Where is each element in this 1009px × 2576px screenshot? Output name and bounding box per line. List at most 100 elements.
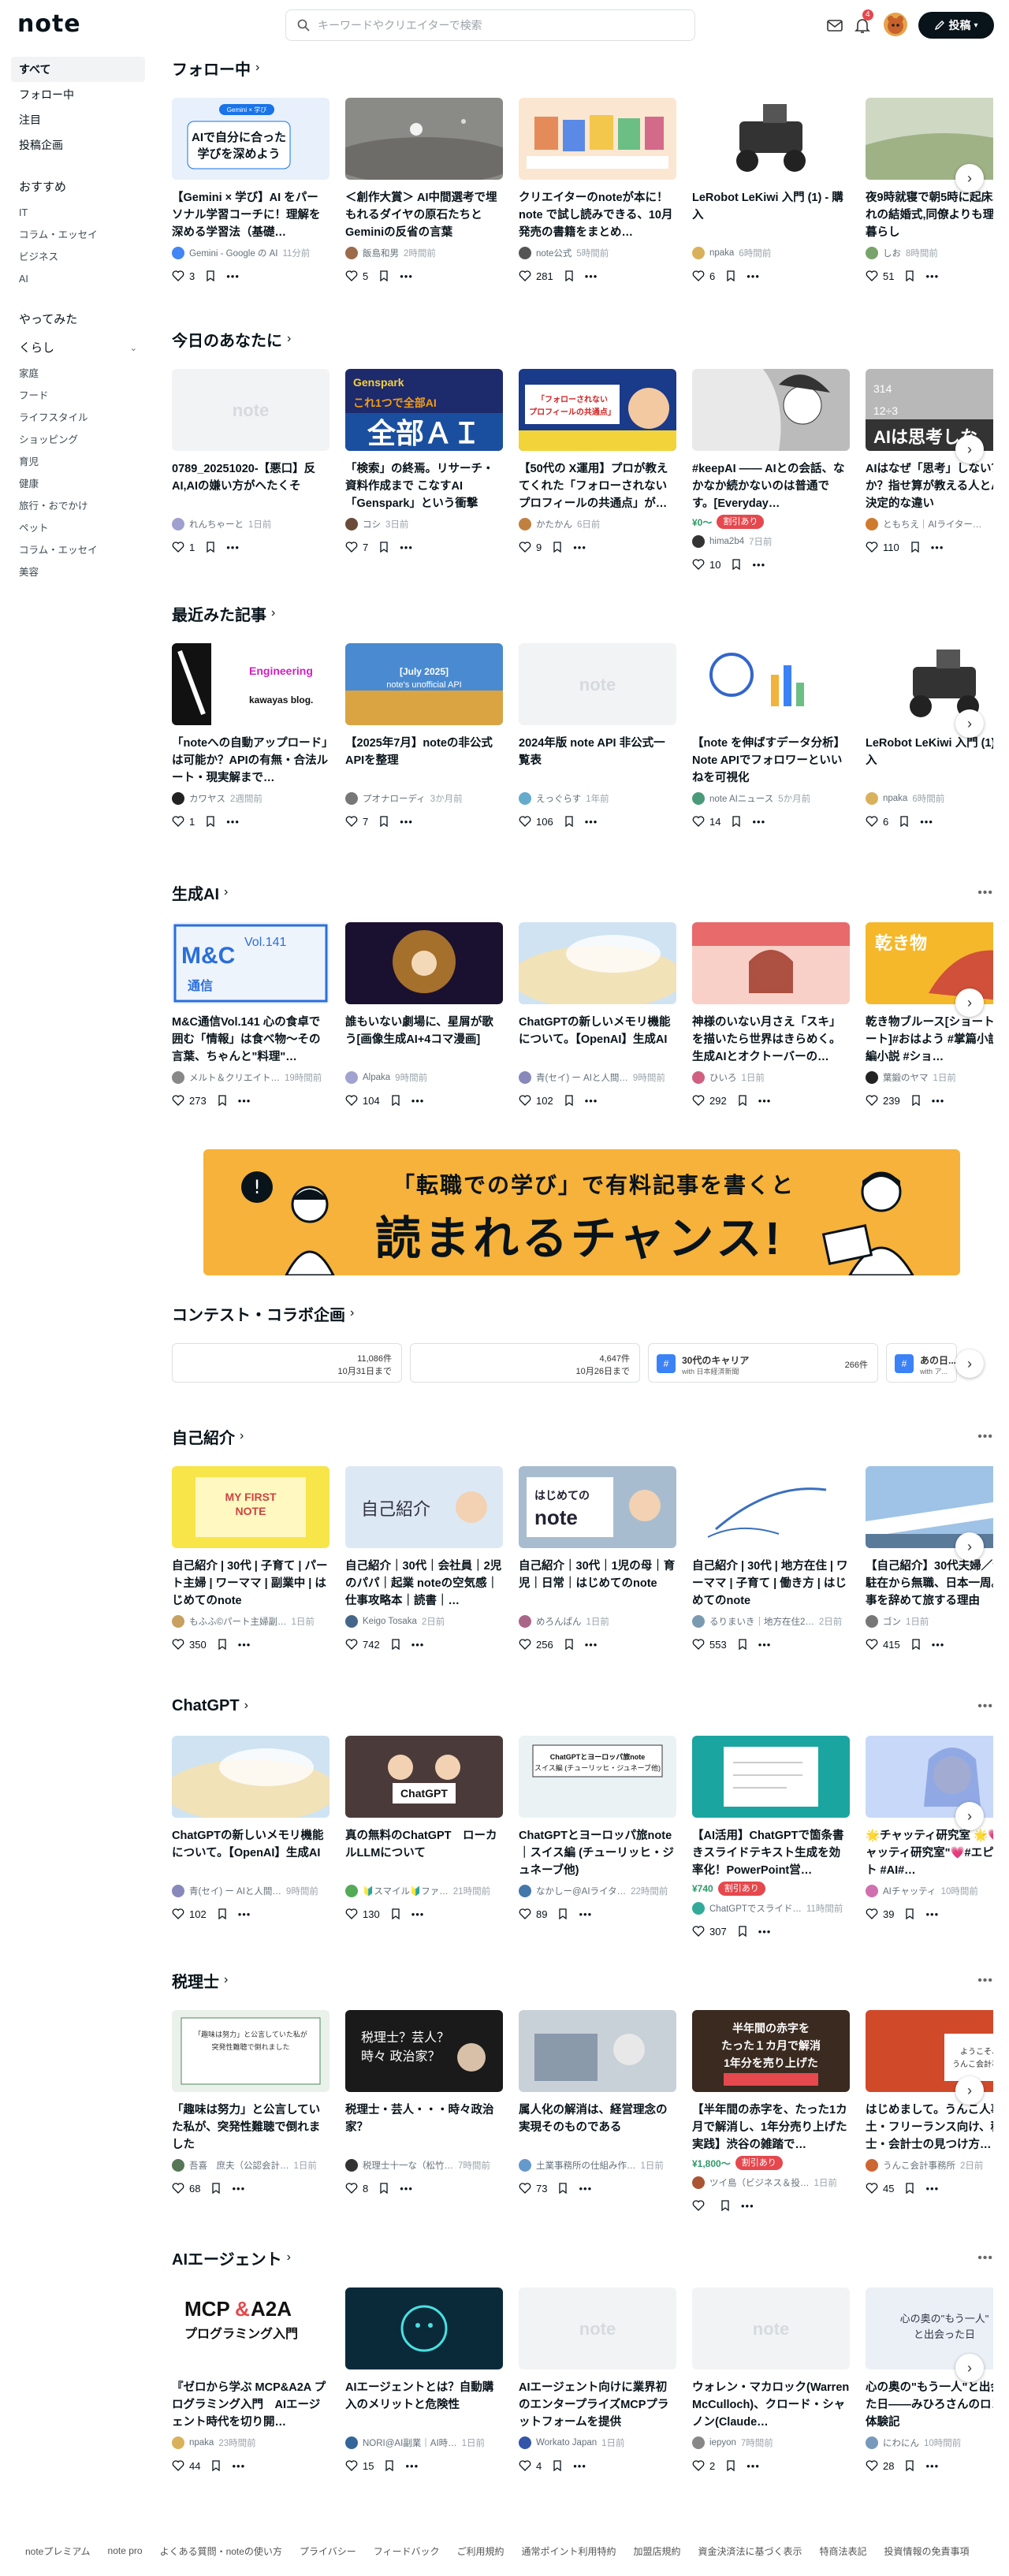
bookmark-icon[interactable] <box>730 558 743 571</box>
article-title[interactable]: 【半年間の赤字を、たった1カ月で解消し、1年分売り上げた実践】渋谷の雑踏で… <box>692 2101 850 2153</box>
article-author[interactable]: るりまいき｜地方在住2… 2日前 <box>692 1614 850 1629</box>
article-card[interactable]: 「趣味は努力」と公言していた私が 突発性難聴で倒れました 「趣味は努力」と公言して… <box>172 2010 330 2231</box>
more-icon[interactable]: ••• <box>752 816 765 828</box>
article-author[interactable]: 吾喜 庶夫（公認会計… 1日前 <box>172 2158 330 2172</box>
article-card[interactable]: 【AI活用】ChatGPTで箇条書きスライドテキスト生成を効率化！PowerPo… <box>692 1736 850 1956</box>
article-author[interactable]: note AIニュース 5か月前 <box>692 791 850 806</box>
article-thumbnail[interactable]: 「趣味は努力」と公言していた私が 突発性難聴で倒れました <box>172 2010 330 2092</box>
article-title[interactable]: 【2025年7月】noteの非公式APIを整理 <box>345 735 503 787</box>
article-card[interactable]: note 2024年版 note API 非公式一覧表 えっぐらす 1年前 106 •… <box>519 643 676 864</box>
bookmark-icon[interactable] <box>383 2459 396 2472</box>
like-button[interactable]: 102 <box>519 1094 553 1107</box>
bookmark-icon[interactable] <box>204 541 217 553</box>
bookmark-icon[interactable] <box>563 1094 575 1107</box>
sidebar-item-featured[interactable]: 注目 <box>11 107 145 132</box>
article-thumbnail[interactable]: 税理士？芸人？ 時々 政治家？ <box>345 2010 503 2092</box>
more-icon[interactable]: ••• <box>238 1095 251 1107</box>
footer-link[interactable]: 通常ポイント利用特約 <box>521 2544 616 2558</box>
footer-link[interactable]: 特商法表記 <box>820 2544 867 2558</box>
bookmark-icon[interactable] <box>557 2182 569 2194</box>
article-card[interactable]: 誰もいない劇場に、星屑が歌う[画像生成AI+4コマ漫画] Alpaka 9時間前 1… <box>345 922 503 1143</box>
contest-card[interactable]: #30代のキャリア with 日本経済新聞 266件 <box>648 1343 878 1383</box>
like-button[interactable]: 239 <box>866 1094 900 1107</box>
article-title[interactable]: LeRobot LeKiwi 入門 (1) - 購入 <box>692 189 850 241</box>
like-button[interactable]: 281 <box>519 270 553 282</box>
contest-card[interactable]: # あの日... with ア... <box>886 1343 957 1383</box>
contest-card[interactable]: 11,086件 10月31日まで <box>172 1343 402 1383</box>
bookmark-icon[interactable] <box>903 270 916 282</box>
article-author[interactable]: npaka 6時間前 <box>866 791 993 806</box>
article-title[interactable]: #keepAI —— AIとの会話、なかなか続かないのは普通です。[Everyd… <box>692 460 850 512</box>
article-title[interactable]: 乾き物ブルース[ショートショート]#おはよう #掌篇小説 #短編小説 #ショ… <box>866 1014 993 1066</box>
more-icon[interactable]: ••• <box>747 270 760 282</box>
more-icon[interactable]: ••• <box>925 2460 939 2472</box>
bookmark-icon[interactable] <box>910 1638 922 1651</box>
footer-link[interactable]: プライバシー <box>300 2544 356 2558</box>
sidebar-item-parenting[interactable]: 育児 <box>11 451 145 473</box>
sidebar-item-travel[interactable]: 旅行・おでかけ <box>11 495 145 517</box>
article-thumbnail[interactable]: ChatGPT <box>345 1736 503 1818</box>
article-title[interactable]: 自己紹介 | 30代 | 地方在住 | ワーママ | 子育て | 働き方 | は… <box>692 1558 850 1610</box>
more-icon[interactable]: ••• <box>573 2460 586 2472</box>
bookmark-icon[interactable] <box>736 1925 749 1938</box>
more-icon[interactable]: ••• <box>400 270 413 282</box>
article-thumbnail[interactable] <box>692 643 850 725</box>
section-title[interactable]: フォロー中 › <box>172 57 993 79</box>
article-author[interactable]: ともちえ｜AIライター… <box>866 517 993 531</box>
more-menu-icon[interactable]: ••• <box>977 1430 993 1444</box>
sidebar-item-projects[interactable]: 投稿企画 <box>11 132 145 158</box>
article-card[interactable]: note AIエージェント向けに業界初のエンタープライズMCPプラットフォームを… <box>519 2288 676 2508</box>
article-thumbnail[interactable] <box>692 922 850 1004</box>
more-icon[interactable]: ••• <box>411 1095 425 1107</box>
article-thumbnail[interactable]: Gemini × 学び AIで自分に合った 学びを深めよう <box>172 98 330 180</box>
like-button[interactable]: 14 <box>692 815 720 828</box>
article-card[interactable]: 半年間の赤字を たった１カ月で解消 1年分を売り上げた 【半年間の赤字を、たった1カ… <box>692 2010 850 2231</box>
more-icon[interactable]: ••• <box>232 2183 245 2194</box>
article-card[interactable]: 自己紹介 | 30代 | 地方在住 | ワーママ | 子育て | 働き方 | は… <box>692 1466 850 1687</box>
bookmark-icon[interactable] <box>216 1908 229 1920</box>
carousel-next-button[interactable]: › <box>955 1532 984 1561</box>
sidebar-group-kurashi[interactable]: くらし ⌄ <box>11 334 145 363</box>
article-author[interactable]: ゴン 1日前 <box>866 1614 993 1629</box>
article-author[interactable]: Keigo Tosaka 2日前 <box>345 1614 503 1629</box>
article-author[interactable]: hima2b4 7日前 <box>692 534 850 549</box>
article-title[interactable]: 神様のいない月さえ「スキ」を描いたら世界はきらめく。生成AIとオクトーバーの… <box>692 1014 850 1066</box>
like-button[interactable]: 8 <box>345 2182 368 2194</box>
article-card[interactable]: ＜創作大賞＞ AI中間選考で埋もれるダイヤの原石たちとGeminiの反省の言葉飯… <box>345 98 503 318</box>
like-button[interactable]: 68 <box>172 2182 200 2194</box>
article-title[interactable]: ChatGPTの新しいメモリ機能について。【OpenAI】生成AI <box>172 1827 330 1879</box>
more-icon[interactable]: ••• <box>400 542 413 553</box>
article-card[interactable]: 税理士？芸人？ 時々 政治家？ 税理士・芸人・・・時々政治家？ 税理士十一な（松竹…… <box>345 2010 503 2231</box>
article-thumbnail[interactable]: Genspark これ1つで全部AI 全部ＡＩ <box>345 369 503 451</box>
article-author[interactable]: Gemini - Google の AI 11分前 <box>172 246 330 260</box>
more-icon[interactable]: ••• <box>741 2200 754 2212</box>
footer-link[interactable]: noteプレミアム <box>25 2544 91 2558</box>
section-title[interactable]: 自己紹介 › <box>172 1425 993 1447</box>
article-card[interactable]: 【note を伸ばすデータ分析】Note APIでフォロワーといいねを可視化 no… <box>692 643 850 864</box>
article-title[interactable]: 誰もいない劇場に、星屑が歌う[画像生成AI+4コマ漫画] <box>345 1014 503 1066</box>
bookmark-icon[interactable] <box>909 541 922 553</box>
article-title[interactable]: AIはなぜ「思考」しない？か？指せ算が教える人とAIの決定的な違い <box>866 460 993 512</box>
article-title[interactable]: 税理士・芸人・・・時々政治家？ <box>345 2101 503 2153</box>
bookmark-icon[interactable] <box>903 1908 916 1920</box>
more-icon[interactable]: ••• <box>405 2460 419 2472</box>
more-icon[interactable]: ••• <box>758 1095 772 1107</box>
like-button[interactable]: 45 <box>866 2182 894 2194</box>
more-menu-icon[interactable]: ••• <box>977 1974 993 1988</box>
sidebar-item-ai[interactable]: AI <box>11 268 145 290</box>
article-thumbnail[interactable] <box>692 98 850 180</box>
note-logo[interactable]: note <box>17 13 81 36</box>
article-thumbnail[interactable]: M&C 通信 Vol.141 <box>172 922 330 1004</box>
bookmark-icon[interactable] <box>724 2459 737 2472</box>
like-button[interactable]: 5 <box>345 270 368 282</box>
like-button[interactable]: 742 <box>345 1638 380 1651</box>
footer-link[interactable]: よくある質問・noteの使い方 <box>160 2544 282 2558</box>
carousel-next-button[interactable]: › <box>955 1802 984 1830</box>
article-author[interactable]: npaka 6時間前 <box>692 246 850 260</box>
bookmark-icon[interactable] <box>378 2182 390 2194</box>
article-author[interactable]: しお 8時間前 <box>866 246 993 260</box>
article-author[interactable]: iepyon 7時間前 <box>692 2436 850 2450</box>
post-button[interactable]: 投稿 ▾ <box>918 12 994 39</box>
more-icon[interactable]: ••• <box>400 816 413 828</box>
sidebar-item-column[interactable]: コラム・エッセイ <box>11 224 145 246</box>
